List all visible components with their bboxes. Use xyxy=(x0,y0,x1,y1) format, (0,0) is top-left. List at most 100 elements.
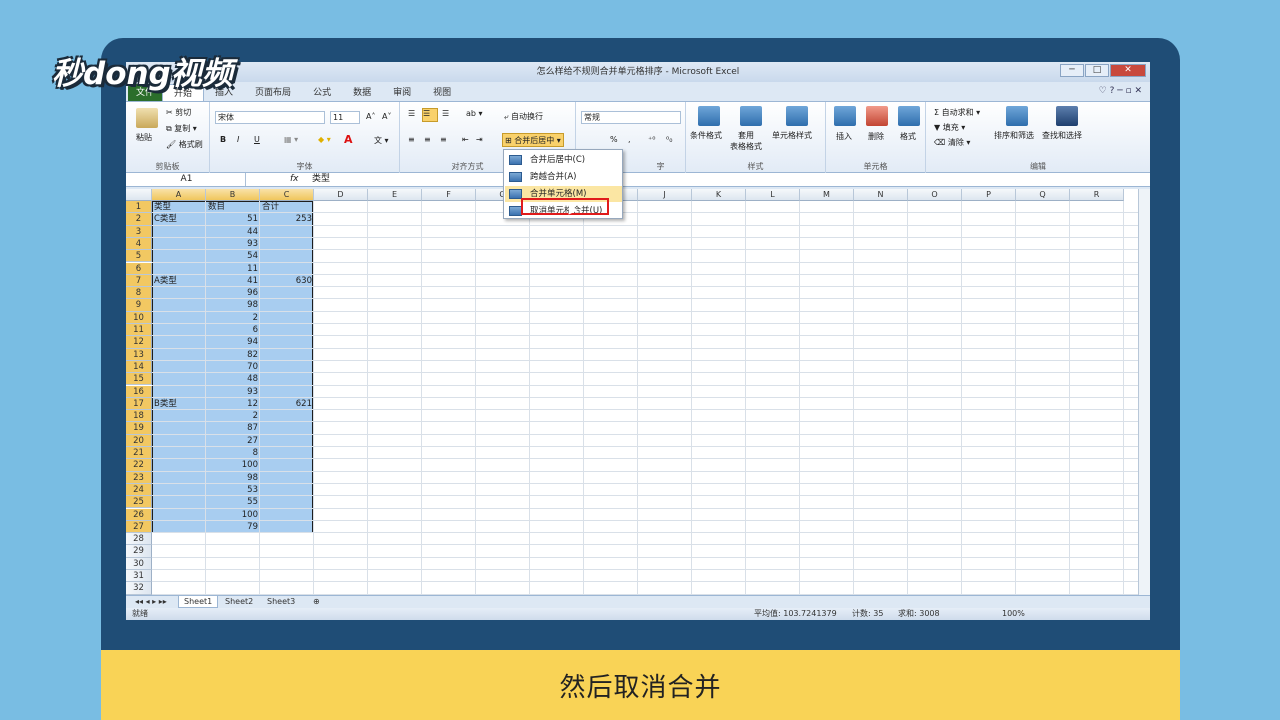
autosum-button[interactable]: Σ 自动求和 ▾ xyxy=(934,107,980,118)
wrap-text-button[interactable]: ⤶ 自动换行 xyxy=(504,111,543,122)
paste-button[interactable]: 粘贴 xyxy=(136,132,152,143)
tab-page-layout[interactable]: 页面布局 xyxy=(244,84,302,102)
copy-button[interactable]: ⧉ 复制 ▾ xyxy=(166,123,197,134)
select-all-corner[interactable] xyxy=(126,189,152,201)
row-header-18[interactable]: 18 xyxy=(126,410,152,423)
number-format-combo[interactable]: 常规 xyxy=(581,111,681,124)
row-header-9[interactable]: 9 xyxy=(126,299,152,312)
type-cell[interactable]: C类型 xyxy=(152,213,206,225)
value-cell[interactable]: 41 xyxy=(206,275,260,287)
align-center-icon[interactable]: ≡ xyxy=(424,135,431,144)
column-header-o[interactable]: O xyxy=(908,189,962,201)
row-header-14[interactable]: 14 xyxy=(126,360,152,374)
fx-icon[interactable]: fx xyxy=(290,173,299,186)
format-cells-icon[interactable] xyxy=(898,106,920,126)
value-cell[interactable]: 93 xyxy=(206,238,260,250)
conditional-format-button[interactable]: 条件格式 xyxy=(690,130,722,141)
row-header-31[interactable]: 31 xyxy=(126,570,152,583)
row-header-19[interactable]: 19 xyxy=(126,422,152,435)
value-cell[interactable]: 98 xyxy=(206,299,260,311)
vertical-scrollbar[interactable] xyxy=(1138,189,1150,595)
fill-button[interactable]: ▼ 填充 ▾ xyxy=(934,122,965,133)
row-header-20[interactable]: 20 xyxy=(126,434,152,447)
tab-view[interactable]: 视图 xyxy=(422,84,462,102)
decimal-decrease-icon[interactable]: ⁰₀ xyxy=(666,135,672,144)
insert-cells-icon[interactable] xyxy=(834,106,856,126)
value-cell[interactable]: 2 xyxy=(206,312,260,324)
font-name-combo[interactable]: 宋体 xyxy=(215,111,325,124)
header-cell[interactable]: 类型 xyxy=(152,201,206,213)
value-cell[interactable]: 54 xyxy=(206,250,260,262)
value-cell[interactable]: 96 xyxy=(206,287,260,299)
value-cell[interactable]: 11 xyxy=(206,263,260,275)
row-header-13[interactable]: 13 xyxy=(126,348,152,361)
total-cell[interactable]: 621 xyxy=(260,398,314,410)
row-header-29[interactable]: 29 xyxy=(126,545,152,558)
column-header-d[interactable]: D xyxy=(314,189,368,201)
italic-button[interactable]: I xyxy=(237,135,239,144)
grow-font-button[interactable]: A˄ xyxy=(366,112,375,121)
new-sheet-icon[interactable]: ⊕ xyxy=(308,596,325,608)
value-cell[interactable]: 44 xyxy=(206,226,260,238)
cut-button[interactable]: ✂ 剪切 xyxy=(166,107,191,118)
format-painter-button[interactable]: 🖌 格式刷 xyxy=(166,139,203,150)
fill-color-icon[interactable]: ◆ ▾ xyxy=(318,135,331,144)
value-cell[interactable]: 2 xyxy=(206,410,260,422)
column-header-n[interactable]: N xyxy=(854,189,908,201)
row-header-23[interactable]: 23 xyxy=(126,471,152,484)
value-cell[interactable]: 6 xyxy=(206,324,260,336)
header-cell[interactable]: 数目 xyxy=(206,201,260,213)
comma-button[interactable]: , xyxy=(628,135,631,144)
value-cell[interactable]: 79 xyxy=(206,521,260,533)
table-format-icon[interactable] xyxy=(740,106,762,126)
value-cell[interactable]: 82 xyxy=(206,349,260,361)
menu-merge-across[interactable]: 跨越合并(A) xyxy=(505,169,622,185)
row-header-32[interactable]: 32 xyxy=(126,582,152,595)
row-header-8[interactable]: 8 xyxy=(126,287,152,300)
tab-data[interactable]: 数据 xyxy=(342,84,382,102)
clear-button[interactable]: ⌫ 清除 ▾ xyxy=(934,137,970,148)
value-cell[interactable]: 55 xyxy=(206,496,260,508)
total-cell[interactable]: 630 xyxy=(260,275,314,287)
row-header-1[interactable]: 1 xyxy=(126,201,152,214)
tab-formulas[interactable]: 公式 xyxy=(302,84,342,102)
value-cell[interactable]: 93 xyxy=(206,386,260,398)
sort-filter-button[interactable]: 排序和筛选 xyxy=(994,130,1034,141)
cell-styles-button[interactable]: 单元格样式 xyxy=(772,130,812,141)
row-header-4[interactable]: 4 xyxy=(126,237,152,251)
format-cells-button[interactable]: 格式 xyxy=(900,131,916,142)
find-select-button[interactable]: 查找和选择 xyxy=(1042,130,1082,141)
row-header-12[interactable]: 12 xyxy=(126,336,152,349)
header-cell[interactable]: 合计 xyxy=(260,201,314,213)
indent-increase-icon[interactable]: ⇥ xyxy=(476,135,483,144)
align-middle-icon[interactable]: ☰ xyxy=(422,108,438,122)
row-header-7[interactable]: 7 xyxy=(126,274,152,288)
bold-button[interactable]: B xyxy=(220,135,226,144)
value-cell[interactable]: 100 xyxy=(206,509,260,521)
sheet-tab-1[interactable]: Sheet1 xyxy=(178,596,219,608)
row-header-3[interactable]: 3 xyxy=(126,225,152,238)
decimal-increase-icon[interactable]: ⁺⁰ xyxy=(648,135,655,144)
row-header-28[interactable]: 28 xyxy=(126,533,152,546)
row-header-30[interactable]: 30 xyxy=(126,557,152,570)
insert-cells-button[interactable]: 插入 xyxy=(836,131,852,142)
menu-merge-center[interactable]: 合并后居中(C) xyxy=(505,152,622,168)
font-color-icon[interactable]: A xyxy=(344,133,353,146)
close-button[interactable]: ✕ xyxy=(1110,64,1146,77)
column-header-q[interactable]: Q xyxy=(1016,189,1070,201)
column-header-a[interactable]: A xyxy=(152,189,206,201)
align-bottom-icon[interactable]: ☰ xyxy=(442,109,449,118)
row-header-26[interactable]: 26 xyxy=(126,508,152,521)
align-top-icon[interactable]: ☰ xyxy=(408,109,415,118)
column-header-f[interactable]: F xyxy=(422,189,476,201)
delete-cells-button[interactable]: 删除 xyxy=(868,131,884,142)
delete-cells-icon[interactable] xyxy=(866,106,888,126)
sheet-tab-3[interactable]: Sheet3 xyxy=(262,596,300,608)
row-header-21[interactable]: 21 xyxy=(126,447,152,460)
value-cell[interactable]: 51 xyxy=(206,213,260,225)
value-cell[interactable]: 94 xyxy=(206,336,260,348)
indent-decrease-icon[interactable]: ⇤ xyxy=(462,135,469,144)
type-cell[interactable]: A类型 xyxy=(152,275,206,287)
zoom-level[interactable]: 100% xyxy=(1002,608,1025,620)
shrink-font-button[interactable]: A˅ xyxy=(382,112,391,121)
